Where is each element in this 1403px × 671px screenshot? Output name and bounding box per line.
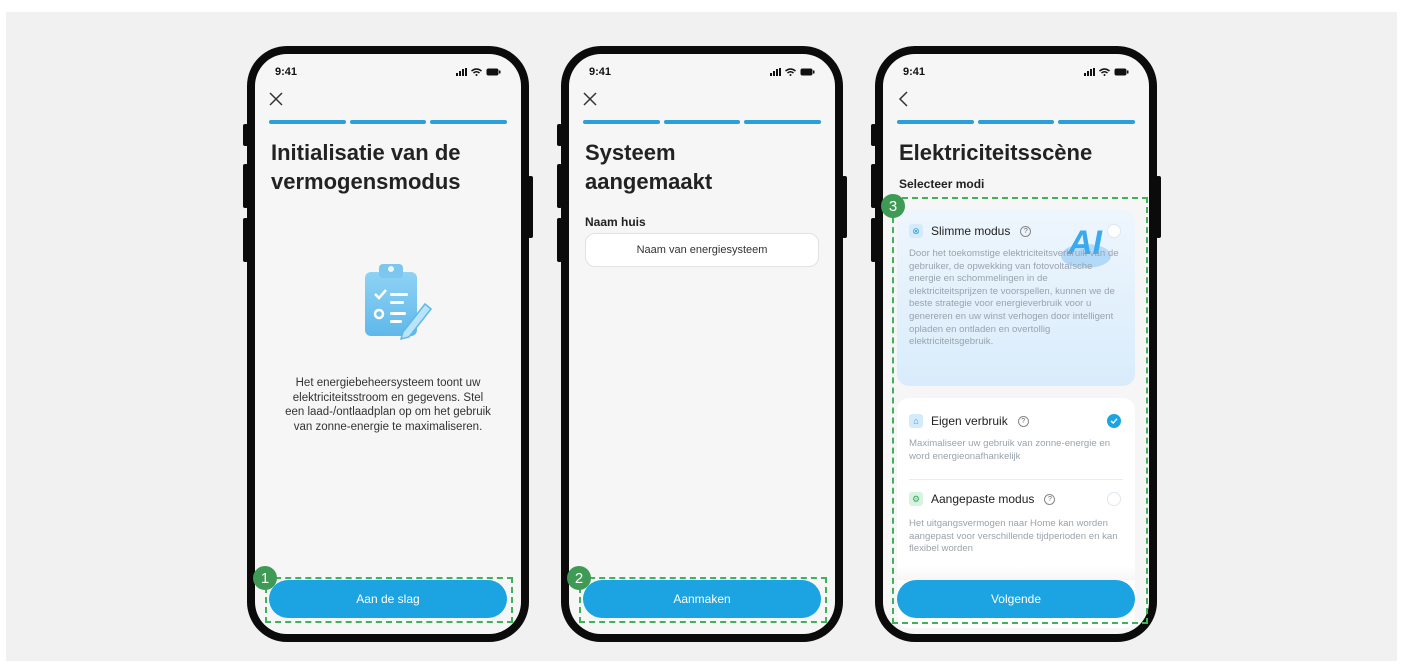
wifi-icon: [1099, 68, 1110, 76]
signal-icon: [1084, 68, 1095, 76]
screen-2: 9:41 Systeem aangemaakt Naam huis Naam v…: [569, 54, 835, 634]
progress-steps: [269, 120, 508, 124]
clipboard-checklist-icon: [359, 260, 433, 344]
description-text: Het energiebeheersysteem toont uw elektr…: [285, 377, 491, 433]
page-title: Systeem aangemaakt: [585, 140, 713, 194]
screen-1: 9:41 Initialisatie van de vermogensmodus: [255, 54, 521, 634]
battery-icon: [800, 68, 815, 76]
back-chevron-icon[interactable]: [895, 90, 913, 108]
battery-icon: [486, 68, 501, 76]
battery-icon: [1114, 68, 1129, 76]
phone-frame-1: 9:41 Initialisatie van de vermogensmodus: [243, 46, 533, 642]
highlight-box-1: [265, 577, 513, 623]
status-bar: 9:41: [589, 66, 815, 82]
field-label: Naam huis: [585, 215, 646, 229]
page-title: Elektriciteitsscène: [899, 140, 1093, 165]
highlight-box-3: [892, 197, 1148, 624]
wifi-icon: [471, 68, 482, 76]
step-badge-1: 1: [253, 566, 277, 590]
page-title: Initialisatie van de vermogensmodus: [271, 140, 461, 194]
status-time: 9:41: [903, 66, 926, 78]
progress-steps: [583, 120, 822, 124]
wifi-icon: [785, 68, 796, 76]
step-badge-2: 2: [567, 566, 591, 590]
status-time: 9:41: [275, 66, 298, 78]
status-bar: 9:41: [903, 66, 1129, 82]
step-badge-3: 3: [881, 194, 905, 218]
status-bar: 9:41: [275, 66, 501, 82]
signal-icon: [770, 68, 781, 76]
status-time: 9:41: [589, 66, 612, 78]
close-icon[interactable]: [581, 90, 599, 108]
section-subtitle: Selecteer modi: [899, 177, 985, 191]
house-name-input[interactable]: Naam van energiesysteem: [585, 233, 819, 267]
phone-frame-2: 9:41 Systeem aangemaakt Naam huis Naam v…: [557, 46, 847, 642]
signal-icon: [456, 68, 467, 76]
highlight-box-2: [579, 577, 827, 623]
progress-steps: [897, 120, 1136, 124]
close-icon[interactable]: [267, 90, 285, 108]
